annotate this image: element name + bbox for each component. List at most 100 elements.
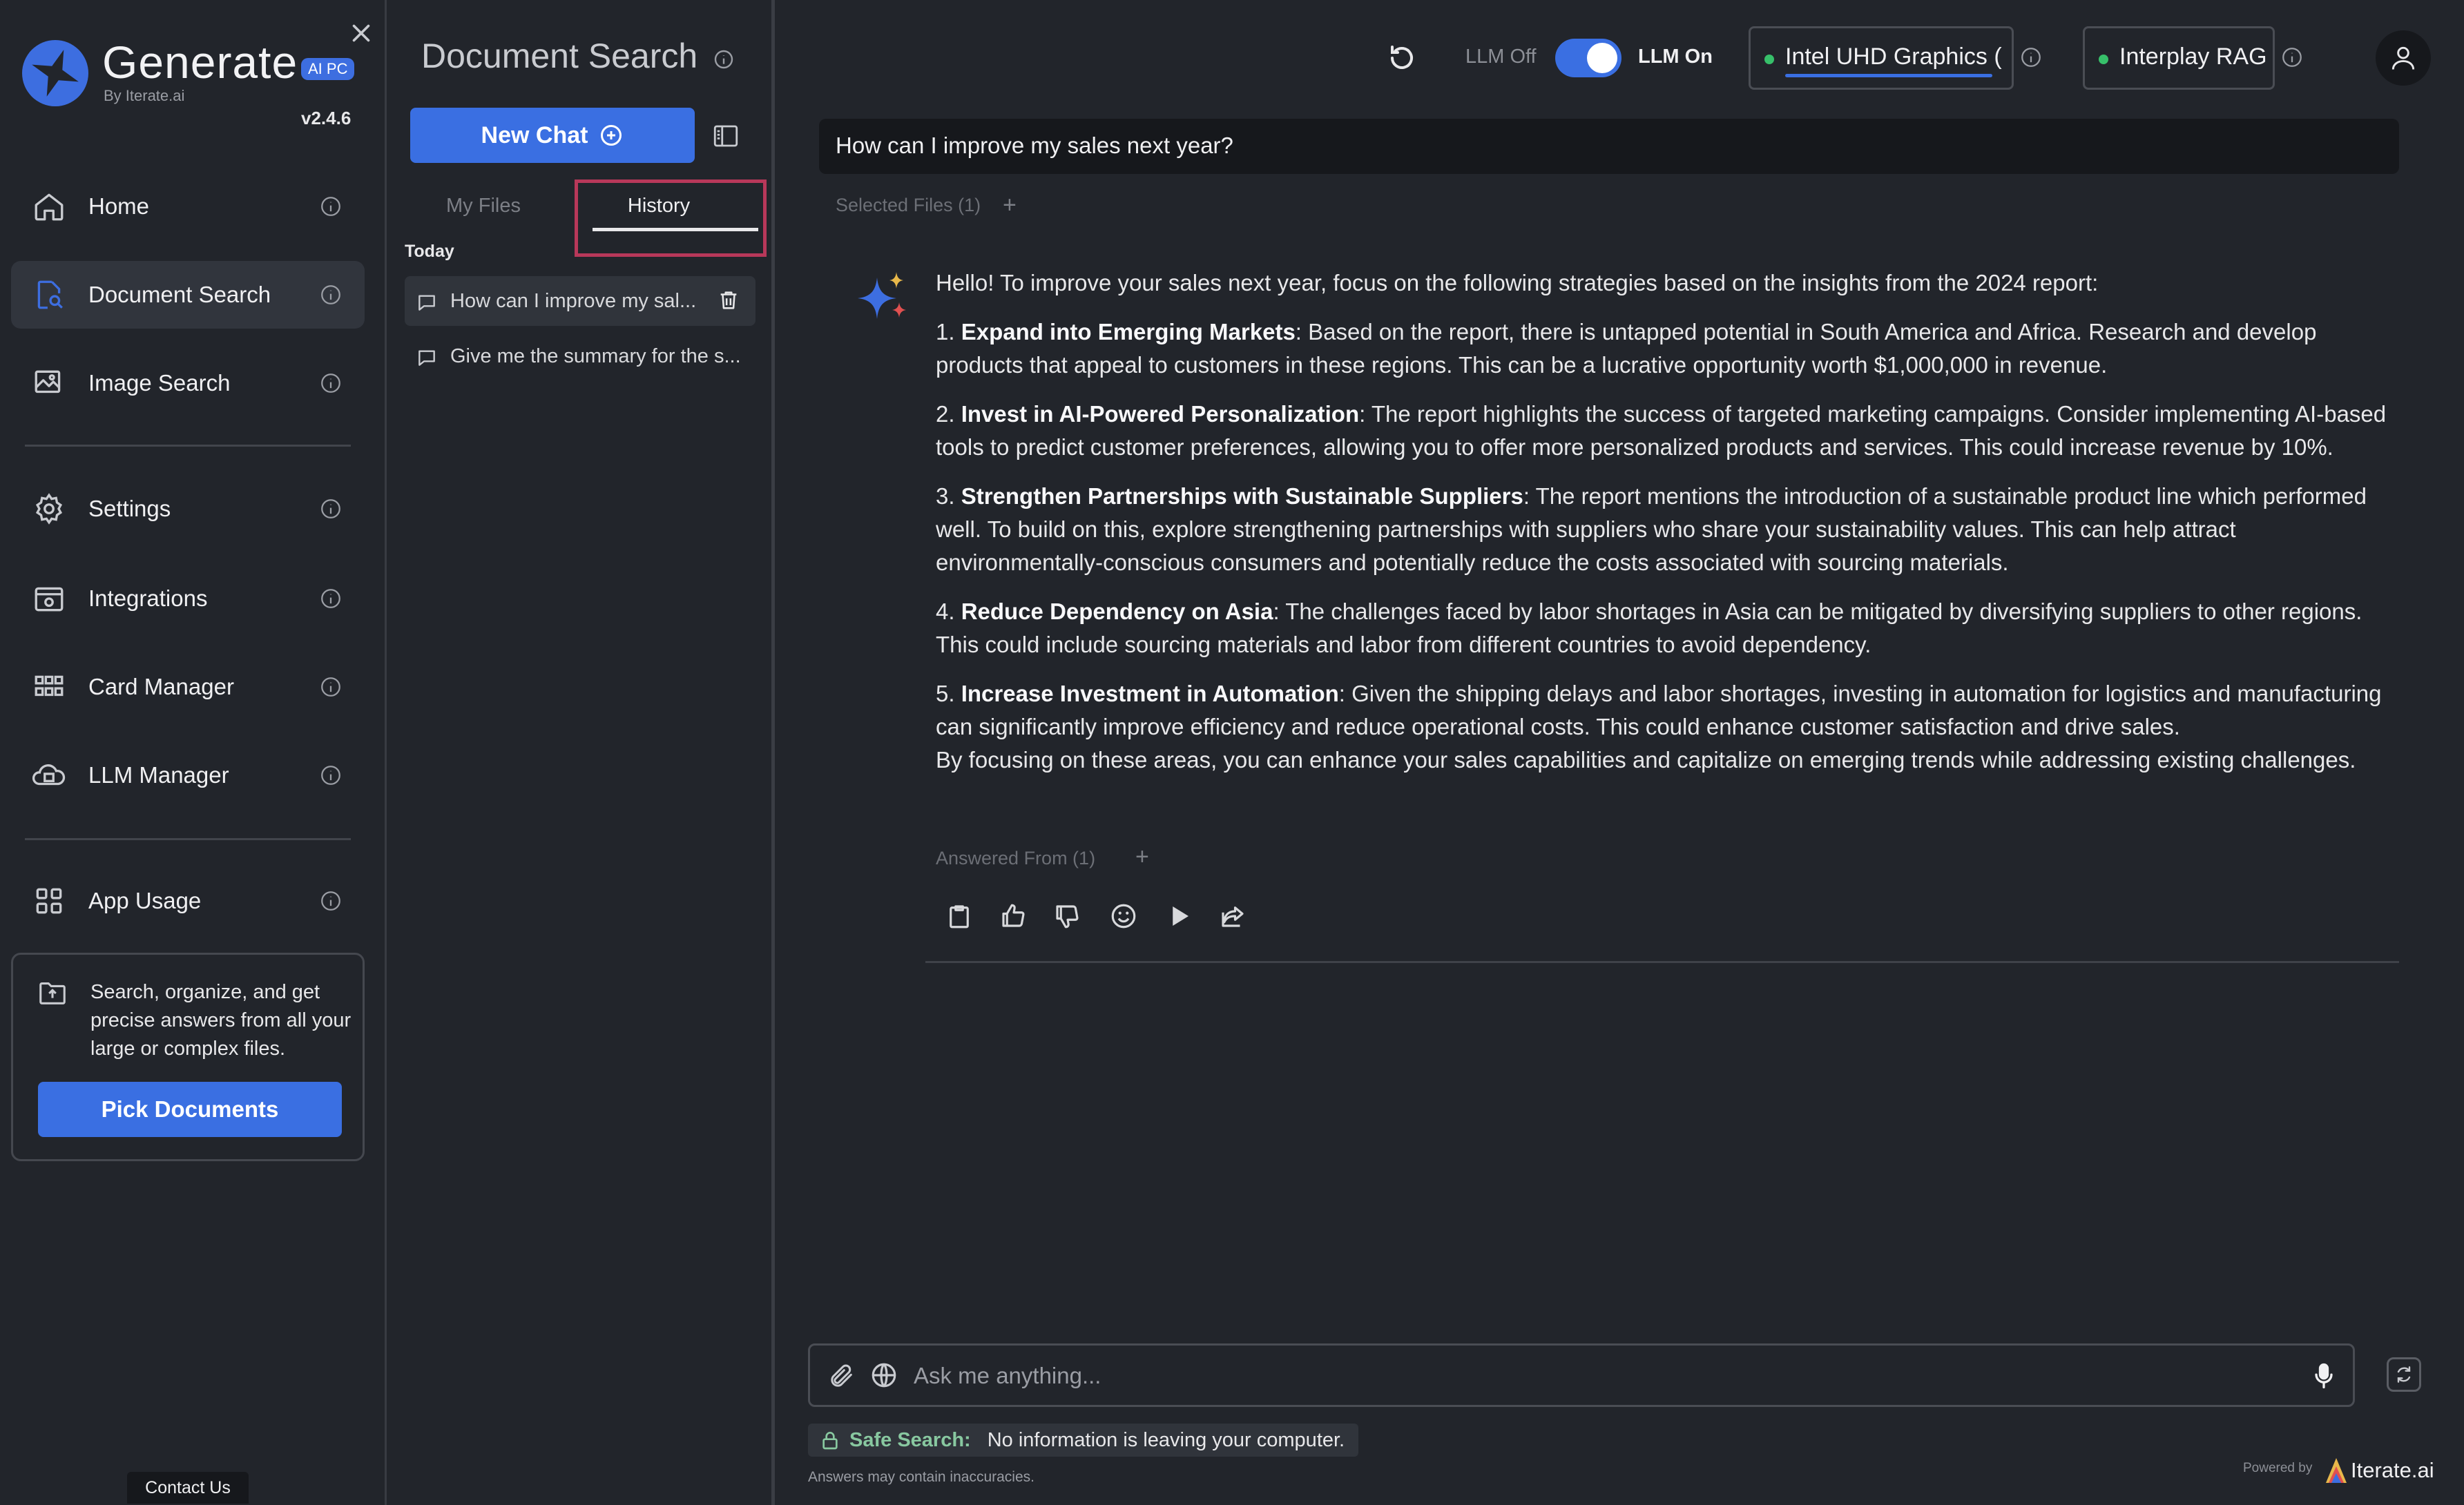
upload-folder-icon xyxy=(37,977,68,1009)
user-avatar-button[interactable] xyxy=(2376,30,2431,86)
history-panel: Document Search New Chat My Files Histor… xyxy=(388,0,775,1505)
sidebar-item-app-usage[interactable]: App Usage xyxy=(11,867,365,935)
history-group-label: Today xyxy=(405,242,454,261)
history-item[interactable]: Give me the summary for the s... xyxy=(405,331,755,381)
iterate-logo-icon xyxy=(2323,1455,2349,1488)
info-icon[interactable] xyxy=(319,587,343,610)
powered-by-company: Iterate.ai xyxy=(2351,1458,2434,1482)
sidebar-item-label: Home xyxy=(88,193,150,219)
sidebar-item-llm-manager[interactable]: LLM Manager xyxy=(11,741,365,809)
llm-off-label: LLM Off xyxy=(1465,46,1537,68)
info-icon[interactable] xyxy=(2280,46,2304,69)
status-dot xyxy=(2099,55,2108,64)
answer-point: 1. Expand into Emerging Markets: Based o… xyxy=(936,315,2393,382)
history-item-label: Give me the summary for the s... xyxy=(450,345,741,367)
sidebar-item-document-search[interactable]: Document Search xyxy=(11,261,365,329)
info-icon[interactable] xyxy=(319,889,343,913)
info-icon[interactable] xyxy=(319,497,343,521)
point-title: Reduce Dependency on Asia xyxy=(961,599,1273,624)
sidebar-item-label: Document Search xyxy=(88,282,271,307)
point-number: 3. xyxy=(936,483,955,509)
ai-sparkle-icon xyxy=(856,269,912,324)
powered-by-label: Powered by xyxy=(2243,1461,2313,1475)
lock-icon xyxy=(819,1429,841,1451)
point-title: Increase Investment in Automation xyxy=(961,681,1339,706)
emoji-icon[interactable] xyxy=(1109,902,1138,931)
new-chat-label: New Chat xyxy=(481,122,588,148)
answer-point: 4. Reduce Dependency on Asia: The challe… xyxy=(936,595,2393,661)
globe-icon[interactable] xyxy=(869,1361,898,1390)
device-progress-bar xyxy=(1785,74,1992,77)
thumbs-up-icon[interactable] xyxy=(999,902,1028,931)
page-title: Document Search xyxy=(421,37,698,75)
sidebar-item-label: Settings xyxy=(88,496,171,521)
point-title: Expand into Emerging Markets xyxy=(961,319,1296,344)
history-item-label: How can I improve my sal... xyxy=(450,290,697,312)
info-icon[interactable] xyxy=(319,283,343,307)
microphone-icon[interactable] xyxy=(2309,1361,2339,1391)
selected-files-label[interactable]: Selected Files (1) xyxy=(836,195,981,216)
tab-my-files[interactable]: My Files xyxy=(421,195,546,217)
contact-us-button[interactable]: Contact Us xyxy=(127,1472,249,1504)
brand-name: Generate xyxy=(102,37,298,88)
sidebar-toggle-icon[interactable] xyxy=(711,122,740,150)
sidebar-item-label: Image Search xyxy=(88,370,231,396)
add-files-button[interactable]: + xyxy=(1003,192,1017,219)
info-icon[interactable] xyxy=(319,764,343,787)
safe-search-badge: Safe Search: No information is leaving y… xyxy=(808,1424,1359,1457)
llm-toggle[interactable] xyxy=(1555,39,1621,77)
pick-documents-button[interactable]: Pick Documents xyxy=(38,1082,342,1137)
sidebar-item-settings[interactable]: Settings xyxy=(11,475,365,543)
answer-point: 3. Strengthen Partnerships with Sustaina… xyxy=(936,480,2393,579)
regenerate-icon xyxy=(2393,1363,2415,1386)
sidebar-item-card-manager[interactable]: Card Manager xyxy=(11,653,365,721)
expand-sources-button[interactable]: + xyxy=(1135,844,1149,871)
history-item[interactable]: How can I improve my sal... xyxy=(405,276,755,326)
info-icon[interactable] xyxy=(319,675,343,699)
info-icon[interactable] xyxy=(319,371,343,395)
paperclip-icon[interactable] xyxy=(828,1362,856,1390)
llm-on-label: LLM On xyxy=(1638,46,1713,68)
app-usage-icon xyxy=(32,884,66,918)
chat-bubble-icon xyxy=(416,291,438,313)
pick-documents-card: Search, organize, and get precise answer… xyxy=(11,953,365,1161)
answer-closing: By focusing on these areas, you can enha… xyxy=(936,747,2356,773)
sidebar: Generate AI PC By Iterate.ai v2.4.6 Home… xyxy=(0,0,387,1505)
trash-icon[interactable] xyxy=(717,287,740,313)
sidebar-item-home[interactable]: Home xyxy=(11,173,365,240)
user-icon xyxy=(2388,43,2418,73)
regenerate-button[interactable] xyxy=(2387,1357,2421,1392)
image-search-icon xyxy=(32,366,66,400)
info-icon[interactable] xyxy=(713,48,735,70)
info-icon[interactable] xyxy=(319,195,343,218)
llm-chip-icon xyxy=(32,758,66,793)
point-title: Invest in AI-Powered Personalization xyxy=(961,401,1360,427)
sidebar-item-label: App Usage xyxy=(88,888,202,913)
home-icon xyxy=(32,189,66,224)
safe-search-label: Safe Search: xyxy=(849,1428,971,1451)
chat-input[interactable] xyxy=(912,1354,2224,1398)
sidebar-item-image-search[interactable]: Image Search xyxy=(11,349,365,417)
thumbs-down-icon[interactable] xyxy=(1052,902,1081,931)
sidebar-divider xyxy=(25,838,351,840)
close-icon[interactable] xyxy=(349,21,374,46)
point-number: 2. xyxy=(936,401,955,427)
point-number: 4. xyxy=(936,599,955,624)
new-chat-button[interactable]: New Chat xyxy=(410,108,695,163)
rag-label: Interplay RAG xyxy=(2119,43,2267,70)
sidebar-item-integrations[interactable]: Integrations xyxy=(11,565,365,632)
rag-selector[interactable]: Interplay RAG xyxy=(2083,26,2275,90)
answered-from-label[interactable]: Answered From (1) xyxy=(936,848,1095,869)
brand-badge: AI PC xyxy=(301,58,355,80)
grid-icon xyxy=(32,670,66,704)
share-icon[interactable] xyxy=(1218,902,1247,931)
clipboard-icon[interactable] xyxy=(945,902,974,931)
point-number: 1. xyxy=(936,319,955,344)
play-icon[interactable] xyxy=(1164,902,1193,931)
gear-icon xyxy=(32,492,66,526)
status-dot xyxy=(1764,55,1774,64)
plus-circle-icon xyxy=(599,123,624,148)
refresh-icon[interactable] xyxy=(1385,41,1418,75)
info-icon[interactable] xyxy=(2019,46,2043,69)
device-selector[interactable]: Intel UHD Graphics ( xyxy=(1749,26,2014,90)
